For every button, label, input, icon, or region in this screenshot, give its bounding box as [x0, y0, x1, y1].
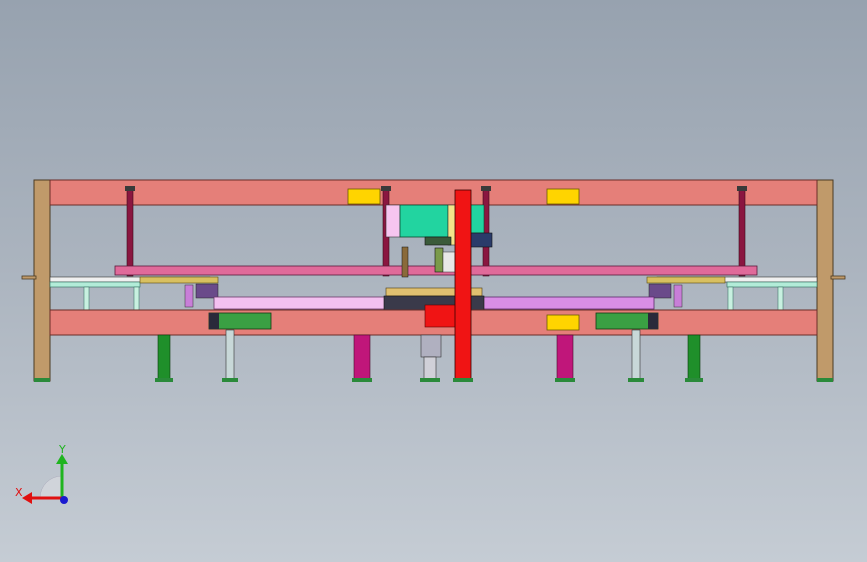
z-axis-origin-icon [60, 496, 68, 504]
x-axis-label: X [15, 486, 23, 499]
support-legs [157, 329, 701, 382]
machine-assembly-model[interactable] [0, 0, 867, 562]
left-pink-slide-rail [213, 296, 387, 310]
x-axis-arrow-icon [22, 492, 32, 504]
top-yellow-plate-left [347, 188, 381, 205]
right-side-shelf [830, 275, 846, 280]
bottom-yellow-plate [546, 314, 580, 331]
right-post-foot [817, 378, 833, 382]
leg-feet [155, 378, 703, 382]
center-red-column [454, 189, 472, 382]
left-green-cylinder-cap [209, 313, 219, 329]
view-orientation-triad[interactable]: Y X [10, 440, 80, 510]
left-mid-frame [49, 276, 219, 312]
left-side-shelf [21, 275, 37, 280]
left-post-foot [34, 378, 50, 382]
top-beam [49, 179, 818, 206]
triad-plane-wedge [39, 475, 63, 499]
top-yellow-plate-right [546, 188, 580, 205]
y-axis-label: Y [58, 443, 66, 456]
cad-viewport[interactable]: Y X [0, 0, 867, 562]
left-wood-post [33, 179, 51, 382]
right-green-cylinder-cap [648, 313, 658, 329]
right-mid-frame [646, 276, 818, 312]
right-wood-post [816, 179, 834, 382]
right-violet-slide-rail [481, 296, 655, 310]
